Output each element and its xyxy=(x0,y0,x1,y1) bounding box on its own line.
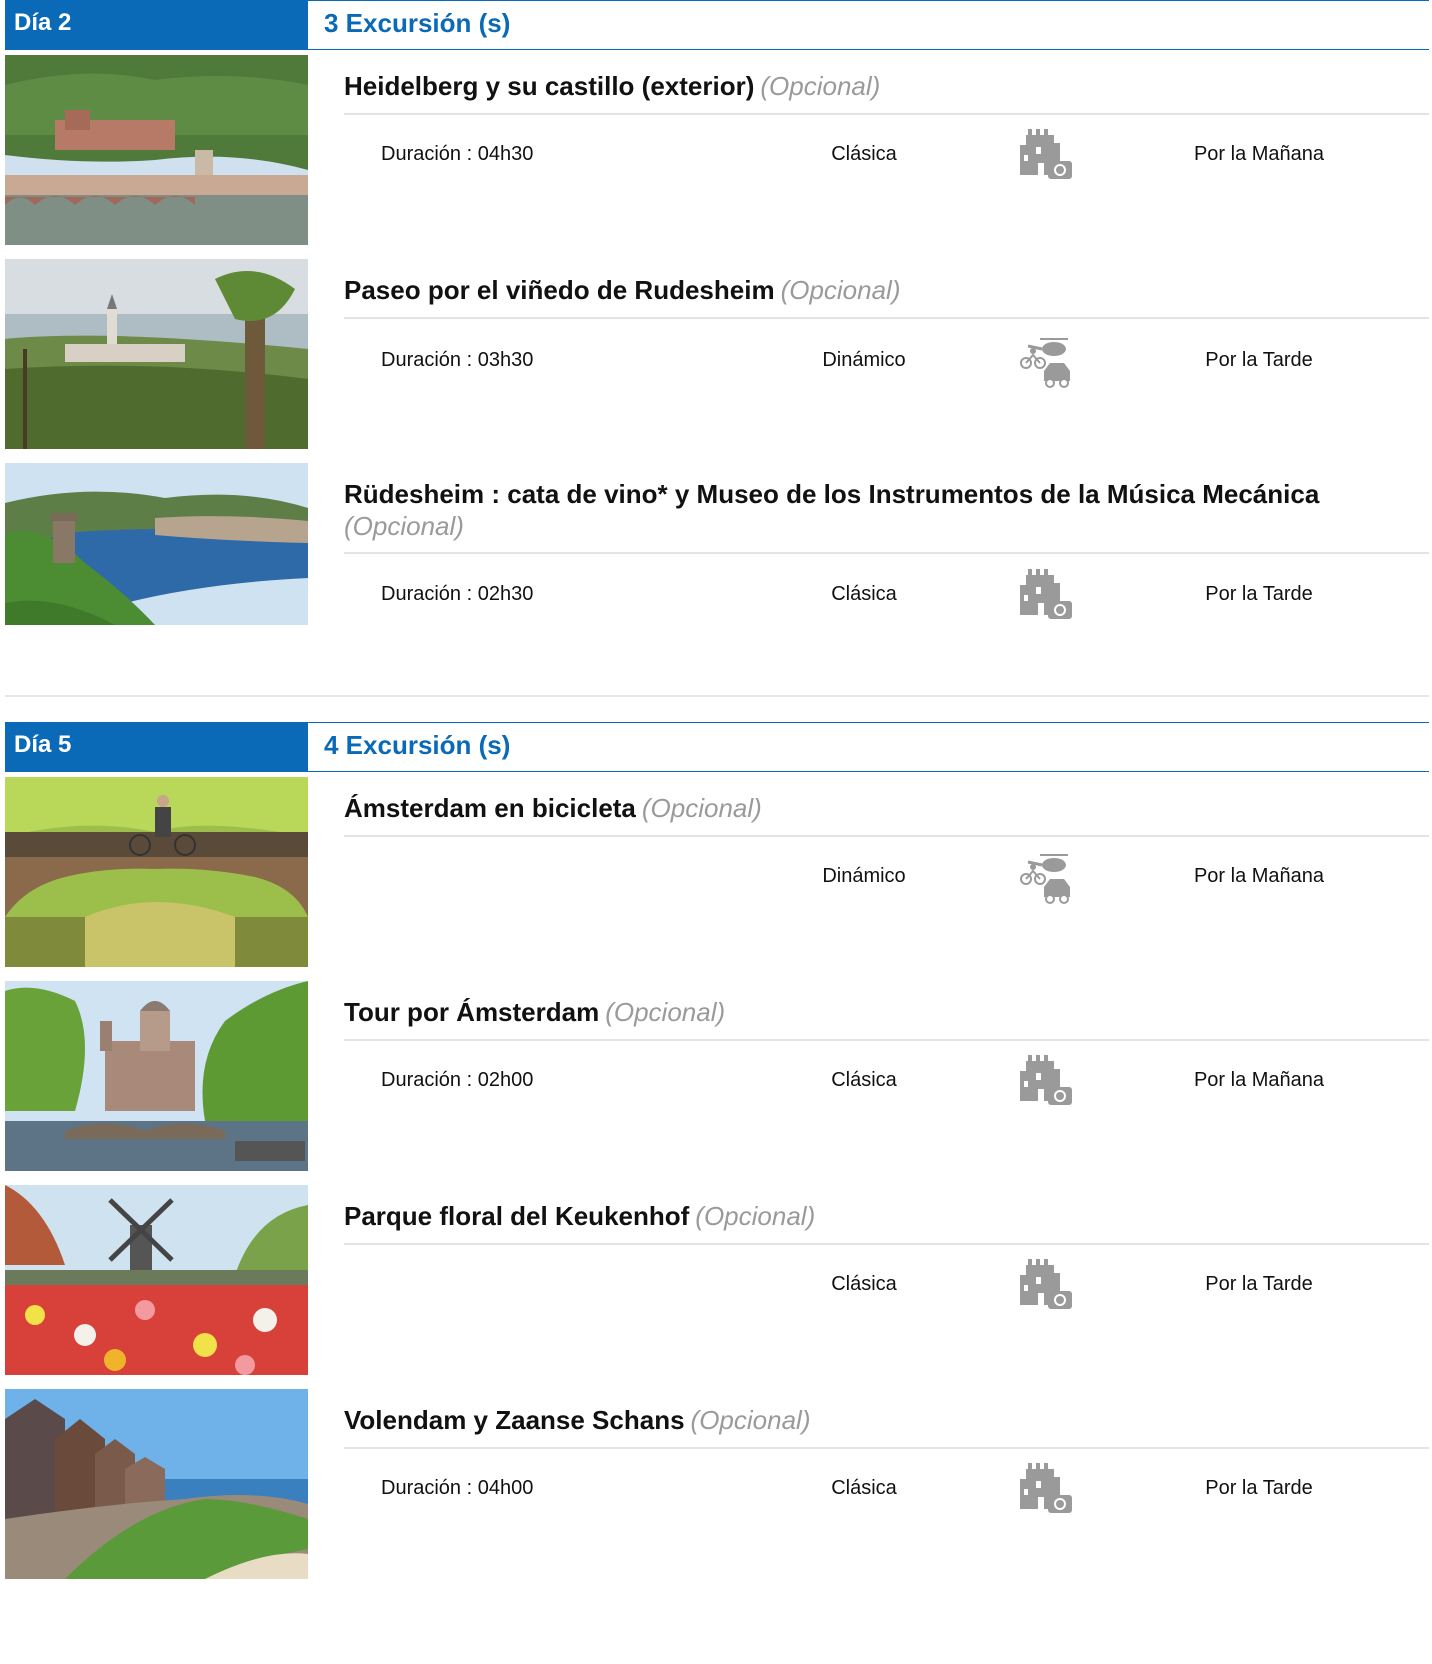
optional-label: (Opcional) xyxy=(641,793,762,823)
time-of-day: Por la Tarde xyxy=(1205,1477,1313,1499)
day-label: Día 5 xyxy=(5,722,308,772)
duration: Duración : 02h00 xyxy=(381,1069,534,1091)
keukenhof-tulips-windmill-photo[interactable] xyxy=(5,1185,308,1375)
volendam-seaside-houses-photo[interactable] xyxy=(5,1389,308,1579)
excursion-meta: Duración : 04h00 Clásica Por la Tarde xyxy=(344,1459,1429,1519)
excursion-name: Heidelberg y su castillo (exterior) xyxy=(344,71,755,101)
optional-label: (Opcional) xyxy=(344,511,464,541)
rudesheim-vineyard-photo[interactable] xyxy=(5,259,308,449)
excursion-title[interactable]: Rüdesheim : cata de vino* y Museo de los… xyxy=(344,478,1384,542)
heidelberg-castle-bridge-photo[interactable] xyxy=(5,55,308,245)
excursion-card[interactable]: Volendam y Zaanse Schans (Opcional) Durac… xyxy=(5,1389,1429,1579)
divider xyxy=(344,1243,1429,1245)
excursion-name: Ámsterdam en bicicleta xyxy=(344,793,636,823)
excursion-meta: Duración : 04h30 Clásica Por la Mañana xyxy=(344,125,1429,185)
divider xyxy=(344,113,1429,115)
excursion-title[interactable]: Tour por Ámsterdam (Opcional) xyxy=(344,996,1384,1028)
excursion-meta: Duración : 03h30 Dinámico Por la Tarde xyxy=(344,331,1429,391)
optional-label: (Opcional) xyxy=(695,1201,816,1231)
castle-camera-icon xyxy=(1018,127,1074,183)
excursion-type: Dinámico xyxy=(822,349,906,371)
divider xyxy=(344,317,1429,319)
excursion-meta: Duración : 02h30 Clásica Por la Tarde xyxy=(344,565,1429,625)
helicopter-bike-car-icon xyxy=(1018,849,1074,905)
helicopter-bike-car-icon xyxy=(1018,333,1074,389)
day-label: Día 2 xyxy=(5,0,308,50)
excursion-title[interactable]: Heidelberg y su castillo (exterior) (Opci… xyxy=(344,70,1384,102)
day-section-5: Día 5 4 Excursión (s) Ámsterdam en bicic… xyxy=(5,722,1429,1579)
time-of-day: Por la Mañana xyxy=(1193,143,1325,165)
excursion-title[interactable]: Parque floral del Keukenhof (Opcional) xyxy=(344,1200,1384,1232)
excursion-type: Clásica xyxy=(831,1477,897,1499)
castle-camera-icon xyxy=(1018,1257,1074,1313)
amsterdam-canal-church-photo[interactable] xyxy=(5,981,308,1171)
excursion-card[interactable]: Heidelberg y su castillo (exterior) (Opci… xyxy=(5,55,1429,245)
amsterdam-bridge-cyclist-photo[interactable] xyxy=(5,777,308,967)
optional-label: (Opcional) xyxy=(605,997,726,1027)
excursion-name: Paseo por el viñedo de Rudesheim xyxy=(344,275,775,305)
rhine-river-valley-photo[interactable] xyxy=(5,463,308,625)
day-section-2: Día 2 3 Excursión (s) Heidelberg y su ca… xyxy=(5,0,1429,625)
duration: Duración : 04h00 xyxy=(381,1477,534,1499)
optional-label: (Opcional) xyxy=(690,1405,811,1435)
time-of-day: Por la Mañana xyxy=(1193,1069,1325,1091)
section-divider xyxy=(5,695,1429,697)
optional-label: (Opcional) xyxy=(780,275,901,305)
castle-camera-icon xyxy=(1018,567,1074,623)
excursion-type: Clásica xyxy=(831,143,897,165)
time-of-day: Por la Tarde xyxy=(1205,349,1313,371)
divider xyxy=(344,1039,1429,1041)
divider xyxy=(344,552,1429,554)
excursion-card[interactable]: Tour por Ámsterdam (Opcional) Duración : … xyxy=(5,981,1429,1171)
excursion-title[interactable]: Volendam y Zaanse Schans (Opcional) xyxy=(344,1404,1384,1436)
day-header: Día 2 3 Excursión (s) xyxy=(5,0,1429,50)
excursion-name: Parque floral del Keukenhof xyxy=(344,1201,690,1231)
duration: Duración : 02h30 xyxy=(381,583,534,605)
excursion-title[interactable]: Ámsterdam en bicicleta (Opcional) xyxy=(344,792,1384,824)
time-of-day: Por la Tarde xyxy=(1205,1273,1313,1295)
time-of-day: Por la Mañana xyxy=(1193,865,1325,887)
day-header: Día 5 4 Excursión (s) xyxy=(5,722,1429,772)
excursion-card[interactable]: Paseo por el viñedo de Rudesheim (Opciona… xyxy=(5,259,1429,449)
excursion-name: Volendam y Zaanse Schans xyxy=(344,1405,685,1435)
excursion-meta: Duración : 02h00 Clásica Por la Mañana xyxy=(344,1051,1429,1111)
excursion-meta: Clásica Por la Tarde xyxy=(344,1255,1429,1315)
excursion-card[interactable]: Ámsterdam en bicicleta (Opcional) Dinámic… xyxy=(5,777,1429,967)
excursion-card[interactable]: Rüdesheim : cata de vino* y Museo de los… xyxy=(5,463,1429,625)
duration: Duración : 04h30 xyxy=(381,143,534,165)
excursion-count: 3 Excursión (s) xyxy=(308,0,1429,50)
castle-camera-icon xyxy=(1018,1053,1074,1109)
optional-label: (Opcional) xyxy=(760,71,881,101)
excursion-type: Dinámico xyxy=(822,865,906,887)
divider xyxy=(344,1447,1429,1449)
time-of-day: Por la Tarde xyxy=(1205,583,1313,605)
excursion-type: Clásica xyxy=(831,1069,897,1091)
castle-camera-icon xyxy=(1018,1461,1074,1517)
excursion-meta: Dinámico Por la Mañana xyxy=(344,847,1429,907)
divider xyxy=(344,835,1429,837)
excursion-card[interactable]: Parque floral del Keukenhof (Opcional) Cl… xyxy=(5,1185,1429,1375)
excursion-name: Rüdesheim : cata de vino* y Museo de los… xyxy=(344,479,1320,509)
excursion-name: Tour por Ámsterdam xyxy=(344,997,600,1027)
excursion-type: Clásica xyxy=(831,1273,897,1295)
excursion-type: Clásica xyxy=(831,583,897,605)
excursion-count: 4 Excursión (s) xyxy=(308,722,1429,772)
duration: Duración : 03h30 xyxy=(381,349,534,371)
excursion-title[interactable]: Paseo por el viñedo de Rudesheim (Opciona… xyxy=(344,274,1384,306)
